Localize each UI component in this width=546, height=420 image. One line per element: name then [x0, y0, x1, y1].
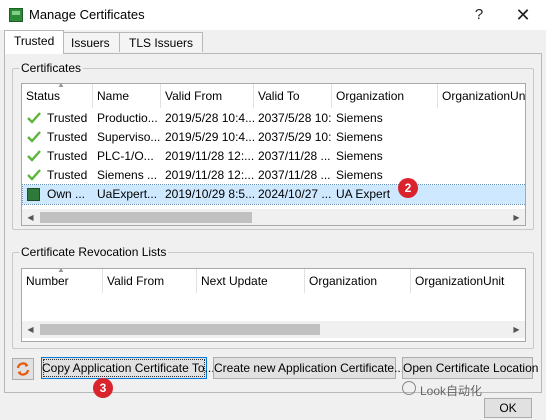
watermark-text: Look自动化 [420, 384, 483, 398]
certificates-group-title: Certificates [19, 61, 84, 75]
check-icon [27, 131, 41, 143]
cell-name: Superviso... [97, 130, 161, 144]
crl-table[interactable]: ▲ Number Valid From Next Update Organiza… [21, 268, 526, 342]
check-icon [27, 112, 41, 124]
cell-name: PLC-1/O... [97, 149, 154, 163]
tab-tls-issuers[interactable]: TLS Issuers [119, 32, 204, 52]
certificate-row[interactable]: Trusted PLC-1/O... 2019/11/28 12:... 203… [23, 147, 525, 166]
scroll-right-arrow-icon[interactable]: ▶ [508, 321, 525, 338]
cell-status: Trusted [47, 149, 88, 163]
cell-organization: Siemens [336, 130, 383, 144]
window-title: Manage Certificates [29, 7, 145, 22]
cell-status: Own ... [47, 187, 86, 201]
scroll-left-arrow-icon[interactable]: ◀ [22, 209, 39, 225]
cell-valid-to: 2037/11/28 ... [258, 149, 331, 163]
cell-valid-to: 2037/11/28 ... [258, 168, 331, 182]
cell-name: Siemens ... [97, 168, 158, 182]
ok-button[interactable]: OK [484, 398, 532, 418]
column-header-valid-from[interactable]: Valid From [103, 269, 197, 293]
refresh-icon [16, 362, 30, 376]
column-header-status[interactable]: Status [22, 84, 93, 108]
certificates-table[interactable]: ▲ Status Name Valid From Valid To Organi… [21, 83, 526, 226]
cell-valid-from: 2019/11/28 12:... [165, 149, 254, 163]
certificates-header: ▲ Status Name Valid From Valid To Organi… [22, 84, 525, 108]
certificate-row[interactable]: Trusted Productio... 2019/5/28 10:4... 2… [23, 109, 525, 128]
certificates-horizontal-scrollbar[interactable]: ◀ ▶ [22, 209, 525, 225]
column-header-valid-to[interactable]: Valid To [254, 84, 332, 108]
column-header-organization[interactable]: Organization [305, 269, 411, 293]
column-header-organization[interactable]: Organization [332, 84, 438, 108]
cell-valid-from: 2019/11/28 12:... [165, 168, 254, 182]
cell-valid-from: 2019/10/29 8:5... [165, 187, 254, 201]
crl-horizontal-scrollbar[interactable]: ◀ ▶ [22, 321, 525, 338]
copy-application-certificate-button[interactable]: Copy Application Certificate To... [41, 357, 215, 379]
crl-header: ▲ Number Valid From Next Update Organiza… [22, 269, 525, 293]
column-header-organization-unit[interactable]: OrganizationUnit [411, 269, 525, 293]
check-icon [27, 150, 41, 162]
scroll-left-arrow-icon[interactable]: ◀ [22, 321, 39, 338]
column-header-number[interactable]: Number [22, 269, 103, 293]
cell-status: Trusted [47, 130, 88, 144]
cell-status: Trusted [47, 168, 88, 182]
tab-issuers[interactable]: Issuers [61, 32, 120, 52]
column-header-valid-from[interactable]: Valid From [161, 84, 254, 108]
cell-valid-to: 2024/10/27 ... [258, 187, 332, 201]
cell-status: Trusted [47, 111, 88, 125]
create-application-certificate-button[interactable]: Create new Application Certificate... [213, 357, 404, 379]
cell-valid-to: 2037/5/28 10:... [258, 111, 332, 125]
cell-organization: UA Expert [336, 187, 391, 201]
column-header-name[interactable]: Name [93, 84, 161, 108]
crl-group-title: Certificate Revocation Lists [19, 245, 169, 259]
cell-organization: Siemens [336, 168, 383, 182]
cell-organization: Siemens [336, 149, 383, 163]
cell-valid-from: 2019/5/28 10:4... [165, 111, 254, 125]
column-header-organization-unit[interactable]: OrganizationUnit [438, 84, 525, 108]
annotation-badge-3: 3 [93, 378, 113, 398]
certificate-row[interactable]: Trusted Siemens ... 2019/11/28 12:... 20… [23, 166, 525, 185]
watermark-logo-icon [402, 381, 416, 395]
refresh-button[interactable] [12, 358, 34, 380]
help-button[interactable]: ? [466, 4, 492, 26]
tab-trusted[interactable]: Trusted [4, 30, 65, 54]
certificate-row-selected[interactable]: Own ... UaExpert... 2019/10/29 8:5... 20… [22, 184, 525, 205]
cell-organization: Siemens [336, 111, 383, 125]
watermark: Look自动化 [402, 381, 483, 399]
title-bar: Manage Certificates ? ✕ [0, 0, 546, 30]
scrollbar-thumb[interactable] [40, 212, 252, 223]
cell-name: Productio... [97, 111, 158, 125]
certificate-app-icon [9, 8, 23, 22]
cell-valid-to: 2037/5/29 10:... [258, 130, 332, 144]
scrollbar-thumb[interactable] [40, 324, 320, 335]
own-certificate-icon [27, 188, 40, 201]
close-button[interactable]: ✕ [510, 4, 536, 26]
annotation-badge-2: 2 [398, 178, 418, 198]
cell-valid-from: 2019/5/29 10:4... [165, 130, 254, 144]
column-header-next-update[interactable]: Next Update [197, 269, 305, 293]
open-certificate-location-button[interactable]: Open Certificate Location [402, 357, 538, 379]
certificate-row[interactable]: Trusted Superviso... 2019/5/29 10:4... 2… [23, 128, 525, 147]
cell-name: UaExpert... [97, 187, 158, 201]
scroll-right-arrow-icon[interactable]: ▶ [508, 209, 525, 225]
check-icon [27, 169, 41, 181]
